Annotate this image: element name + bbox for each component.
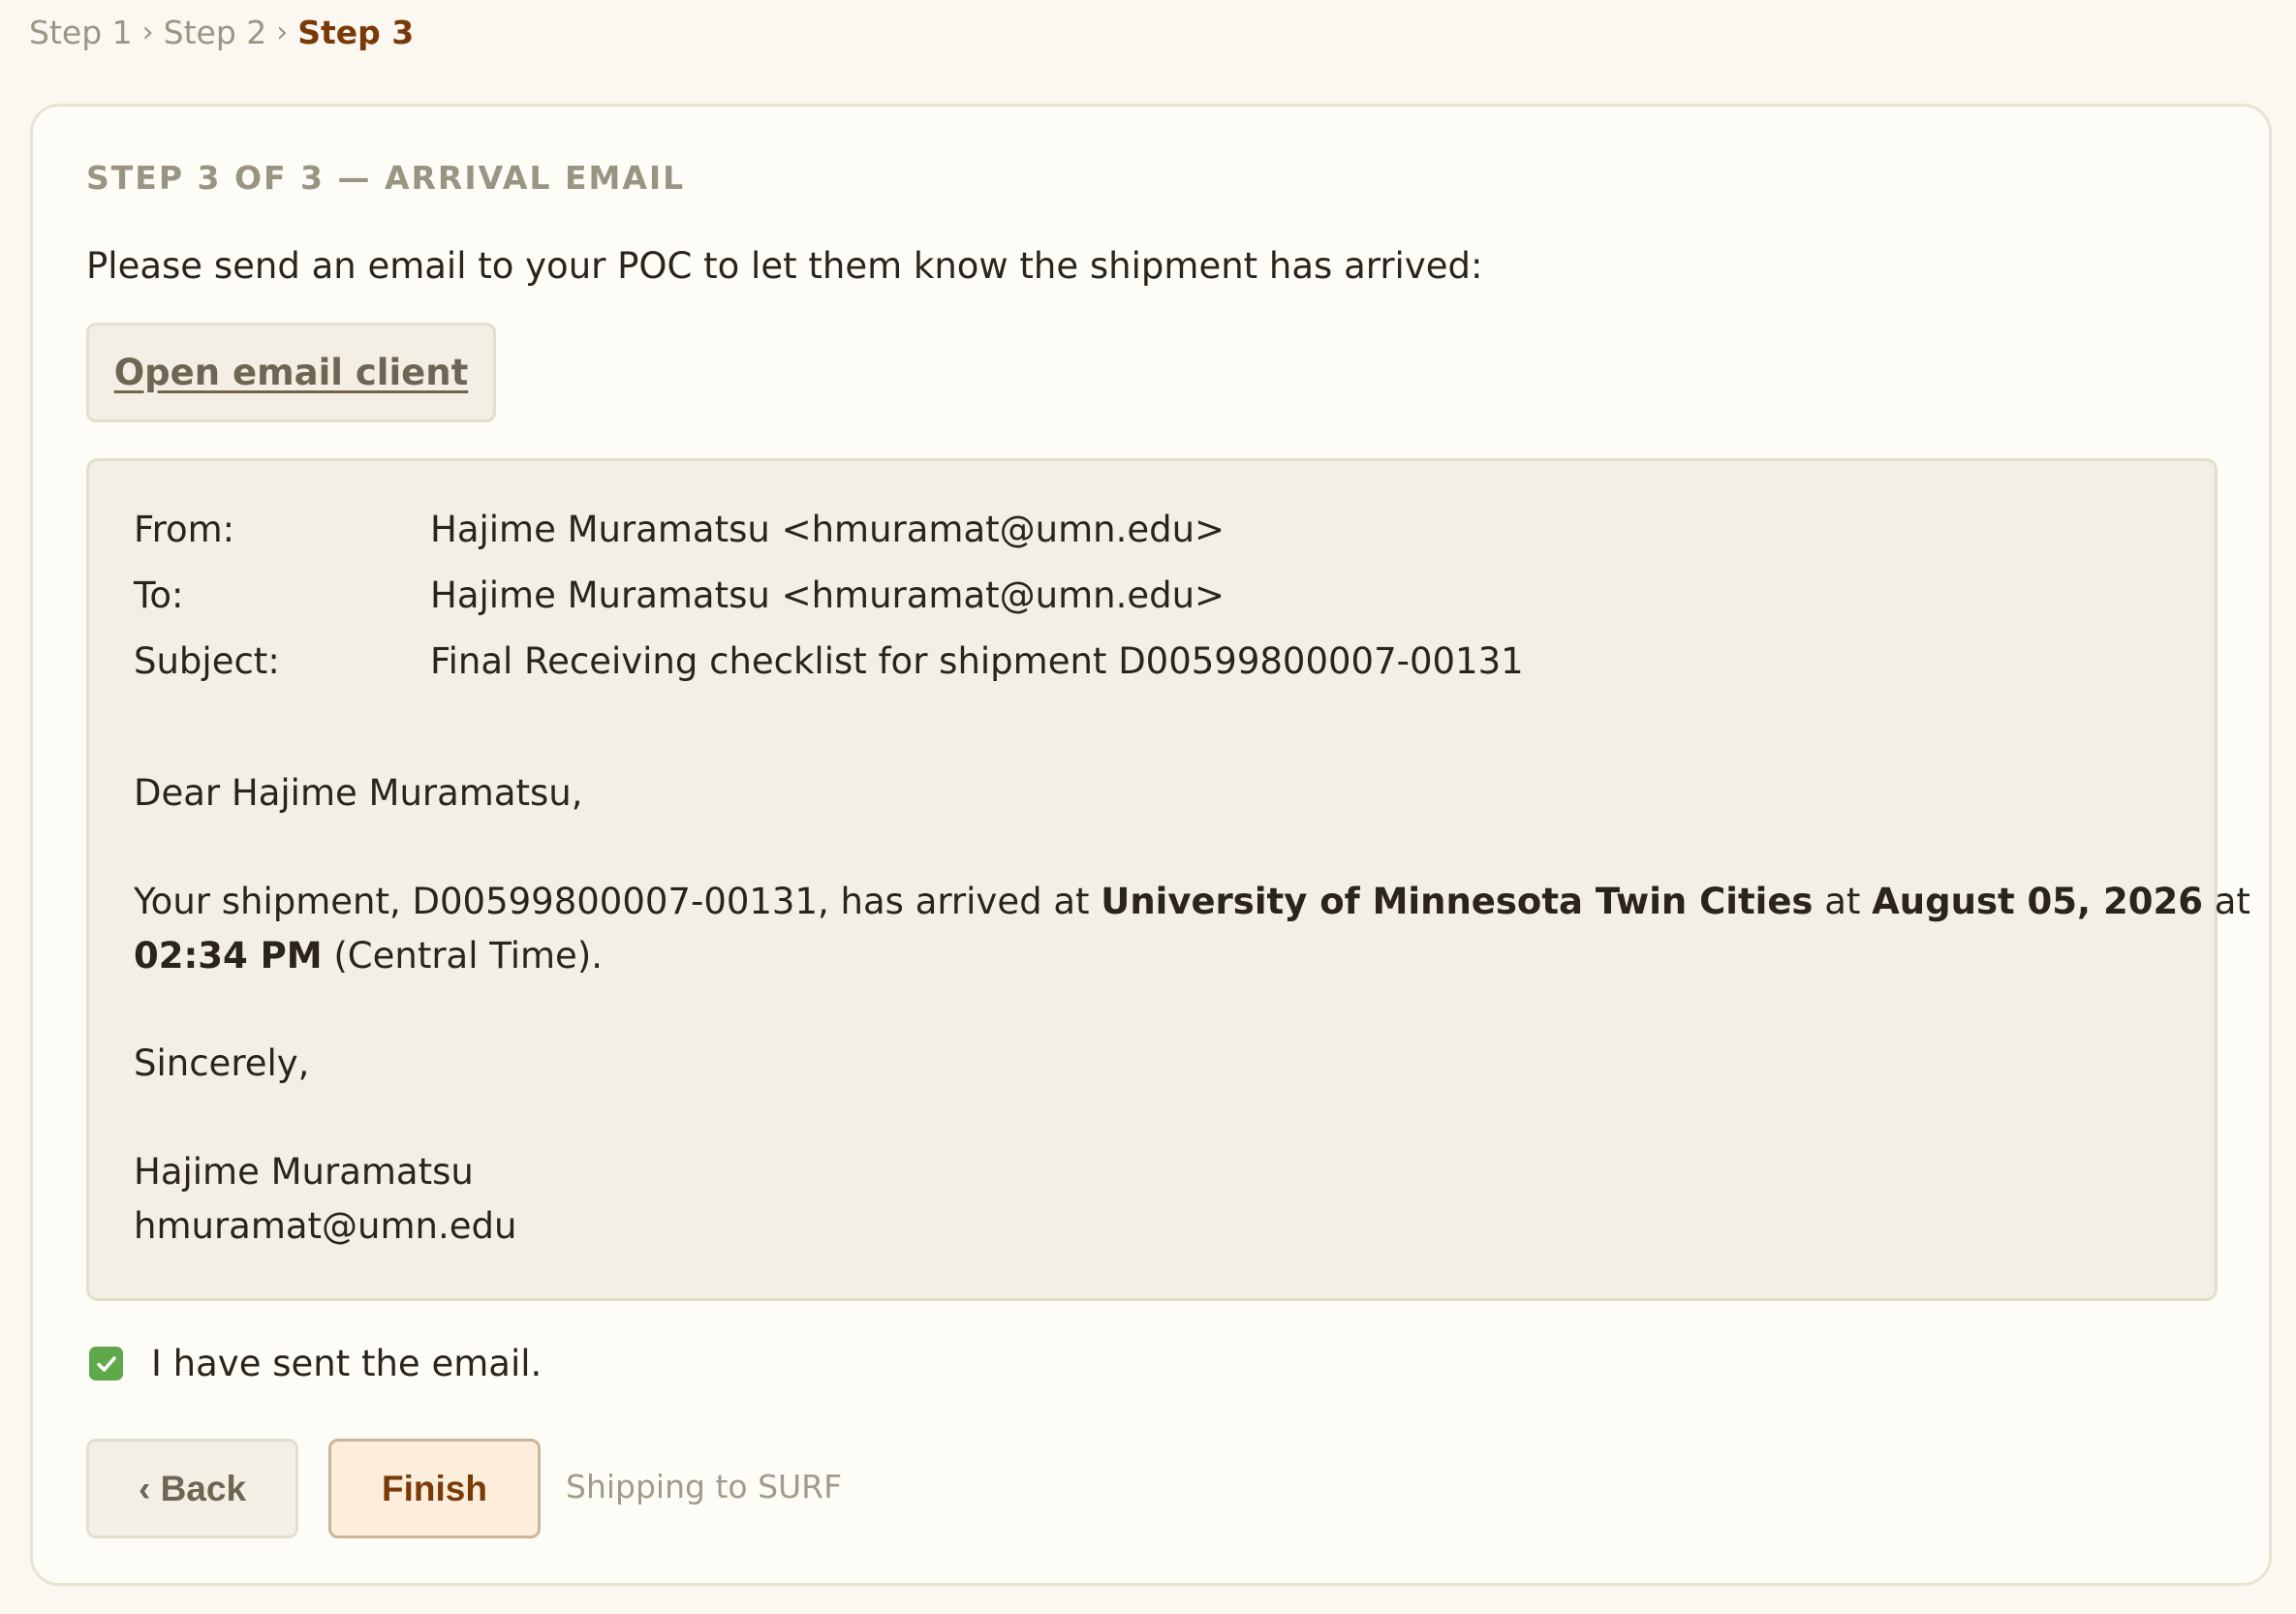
checkmark-icon <box>96 1355 116 1372</box>
email-body-suffix: (Central Time). <box>322 935 604 977</box>
email-signature-name: Hajime Muramatsu <box>134 1151 474 1193</box>
email-from-label: From: <box>134 509 235 550</box>
email-greeting: Dear Hajime Muramatsu, <box>134 772 583 814</box>
email-body-at: at <box>1813 881 1873 922</box>
email-sent-label: I have sent the email. <box>151 1343 543 1384</box>
instruction-text: Please send an email to your POC to let … <box>86 245 1483 287</box>
step-heading: STEP 3 OF 3 — ARRIVAL EMAIL <box>86 159 686 197</box>
email-sent-confirmation[interactable]: I have sent the email. <box>89 1343 542 1384</box>
email-from-value: Hajime Muramatsu <hmuramat@umn.edu> <box>430 509 1226 550</box>
email-subject-label: Subject: <box>134 640 280 682</box>
email-to-value: Hajime Muramatsu <hmuramat@umn.edu> <box>430 574 1226 616</box>
email-body-prefix: Your shipment, D00599800007-00131, has a… <box>134 881 1101 922</box>
back-button[interactable]: ‹ Back <box>86 1439 298 1538</box>
email-to-label: To: <box>134 574 184 616</box>
breadcrumb: Step 1 › Step 2 › Step 3 <box>29 10 414 54</box>
email-body-institution: University of Minnesota Twin Cities <box>1101 881 1814 922</box>
email-preview: From: Hajime Muramatsu <hmuramat@umn.edu… <box>86 458 2250 1301</box>
breadcrumb-current-step: Step 3 <box>297 13 415 51</box>
email-body-at: at <box>2202 881 2250 922</box>
email-body-time: 02:34 PM <box>134 935 323 977</box>
breadcrumb-separator: › <box>276 15 289 49</box>
breadcrumb-step-2[interactable]: Step 2 <box>164 14 267 51</box>
email-closing: Sincerely, <box>134 1042 310 1084</box>
open-email-client-button[interactable]: Open email client <box>86 323 496 422</box>
email-body-line-1: Your shipment, D00599800007-00131, has a… <box>134 881 2250 922</box>
breadcrumb-step-1[interactable]: Step 1 <box>29 14 133 51</box>
shipping-destination-note: Shipping to SURF <box>566 1468 843 1505</box>
email-signature-email: hmuramat@umn.edu <box>134 1205 517 1247</box>
email-body-date: August 05, 2026 <box>1872 881 2203 922</box>
breadcrumb-separator: › <box>141 15 154 49</box>
email-body-line-2: 02:34 PM (Central Time). <box>134 935 603 977</box>
email-subject-value: Final Receiving checklist for shipment D… <box>430 640 1524 682</box>
arrival-email-card: STEP 3 OF 3 — ARRIVAL EMAIL Please send … <box>30 104 2272 1586</box>
email-sent-checkbox[interactable] <box>89 1347 123 1381</box>
finish-button[interactable]: Finish <box>328 1439 541 1538</box>
